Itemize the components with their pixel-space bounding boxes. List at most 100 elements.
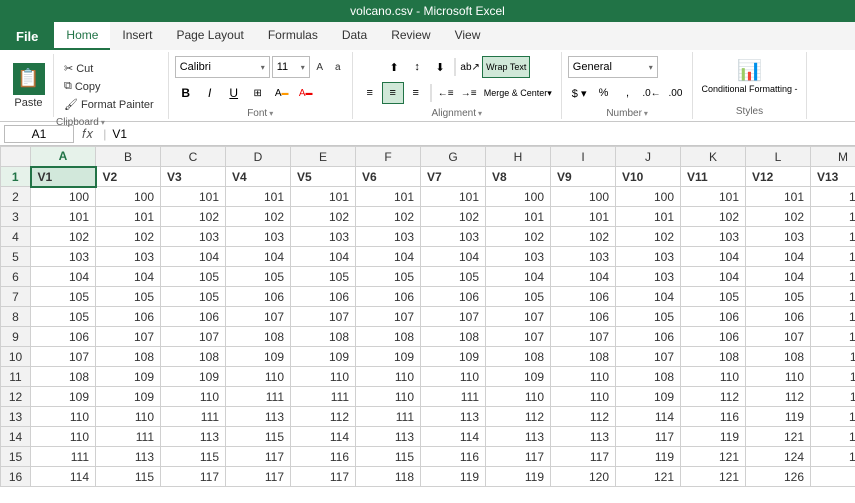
cell[interactable]: 113 <box>486 427 551 447</box>
cell[interactable]: 109 <box>486 367 551 387</box>
cell[interactable]: 100 <box>31 187 96 207</box>
cell[interactable]: 120 <box>551 467 616 487</box>
font-expand-icon[interactable]: ▾ <box>269 109 273 118</box>
cell[interactable]: 114 <box>811 387 855 407</box>
tab-review[interactable]: Review <box>379 22 442 50</box>
cell[interactable]: 100 <box>486 187 551 207</box>
cell[interactable]: 106 <box>746 307 811 327</box>
cell[interactable]: V5 <box>291 167 356 187</box>
cell[interactable]: V8 <box>486 167 551 187</box>
cell[interactable]: 107 <box>486 327 551 347</box>
cell[interactable]: 108 <box>31 367 96 387</box>
cell[interactable]: 103 <box>96 247 161 267</box>
cell[interactable]: V3 <box>161 167 226 187</box>
cell[interactable]: 121 <box>811 407 855 427</box>
cell[interactable]: 101 <box>161 187 226 207</box>
col-header-K[interactable]: K <box>681 147 746 167</box>
cell[interactable]: 112 <box>291 407 356 427</box>
font-name-dropdown[interactable]: Calibri ▾ <box>175 56 270 78</box>
cell[interactable]: 104 <box>291 247 356 267</box>
cell[interactable]: 117 <box>226 467 291 487</box>
increase-decimal-button[interactable]: .00 <box>664 82 686 104</box>
cell[interactable]: 105 <box>96 287 161 307</box>
cell[interactable]: 103 <box>746 227 811 247</box>
col-header-G[interactable]: G <box>421 147 486 167</box>
font-size-decrease-button[interactable]: a <box>330 59 346 75</box>
cell[interactable]: 108 <box>226 327 291 347</box>
tab-page-layout[interactable]: Page Layout <box>164 22 255 50</box>
cell[interactable]: 111 <box>291 387 356 407</box>
cell[interactable]: 106 <box>31 327 96 347</box>
border-button[interactable]: ⊞ <box>247 82 269 104</box>
cell[interactable]: 114 <box>291 427 356 447</box>
decrease-indent-button[interactable]: ←≡ <box>435 82 457 104</box>
cell[interactable]: 101 <box>421 187 486 207</box>
cell[interactable]: 113 <box>226 407 291 427</box>
row-header-1[interactable]: 1 <box>1 167 31 187</box>
cell[interactable]: 104 <box>746 247 811 267</box>
cell[interactable]: 111 <box>96 427 161 447</box>
row-header-8[interactable]: 8 <box>1 307 31 327</box>
cell[interactable]: V2 <box>96 167 161 187</box>
cell[interactable]: 107 <box>811 307 855 327</box>
cell[interactable]: 111 <box>31 447 96 467</box>
cell[interactable]: 121 <box>746 427 811 447</box>
cell[interactable]: 102 <box>551 227 616 247</box>
cell[interactable]: 108 <box>356 327 421 347</box>
cell[interactable]: V11 <box>681 167 746 187</box>
cell[interactable]: 124 <box>811 427 855 447</box>
row-header-15[interactable]: 15 <box>1 447 31 467</box>
cell[interactable]: 119 <box>746 407 811 427</box>
cell[interactable]: 112 <box>681 387 746 407</box>
cell[interactable]: 103 <box>161 227 226 247</box>
row-header-7[interactable]: 7 <box>1 287 31 307</box>
row-header-14[interactable]: 14 <box>1 427 31 447</box>
merge-center-button[interactable]: Merge & Center▾ <box>481 82 555 104</box>
row-header-6[interactable]: 6 <box>1 267 31 287</box>
cell[interactable]: 117 <box>616 427 681 447</box>
col-header-L[interactable]: L <box>746 147 811 167</box>
cell[interactable]: 107 <box>291 307 356 327</box>
cell[interactable]: 105 <box>681 287 746 307</box>
cell[interactable]: 105 <box>31 307 96 327</box>
right-align-button[interactable]: ≡ <box>405 82 427 104</box>
cell[interactable]: 119 <box>681 427 746 447</box>
cell[interactable]: 108 <box>681 347 746 367</box>
cell[interactable]: 103 <box>811 207 855 227</box>
percent-button[interactable]: % <box>592 82 614 104</box>
decrease-decimal-button[interactable]: .0← <box>640 82 662 104</box>
cell[interactable]: 126 <box>746 467 811 487</box>
cell[interactable]: 101 <box>551 207 616 227</box>
number-format-dropdown[interactable]: General ▾ <box>568 56 658 78</box>
cell[interactable]: 107 <box>486 307 551 327</box>
cell[interactable]: 104 <box>616 287 681 307</box>
cell[interactable]: 104 <box>421 247 486 267</box>
cell[interactable]: 108 <box>746 347 811 367</box>
increase-indent-button[interactable]: →≡ <box>458 82 480 104</box>
cell[interactable]: 105 <box>811 267 855 287</box>
cell[interactable]: 108 <box>291 327 356 347</box>
tab-data[interactable]: Data <box>330 22 379 50</box>
cell[interactable]: 101 <box>616 207 681 227</box>
cell[interactable]: 101 <box>486 207 551 227</box>
cell[interactable]: 110 <box>226 367 291 387</box>
cell[interactable]: 110 <box>551 367 616 387</box>
row-header-13[interactable]: 13 <box>1 407 31 427</box>
angle-text-button[interactable]: ab↗ <box>459 56 481 78</box>
italic-button[interactable]: I <box>199 82 221 104</box>
cell[interactable]: 117 <box>226 447 291 467</box>
cell[interactable]: 118 <box>356 467 421 487</box>
col-header-I[interactable]: I <box>551 147 616 167</box>
cell[interactable]: 101 <box>681 187 746 207</box>
cell[interactable]: 115 <box>226 427 291 447</box>
tab-home[interactable]: Home <box>54 22 110 50</box>
cell[interactable]: 105 <box>31 287 96 307</box>
cell[interactable]: 103 <box>291 227 356 247</box>
cell[interactable]: 102 <box>31 227 96 247</box>
cell[interactable]: 113 <box>96 447 161 467</box>
cell[interactable]: 115 <box>96 467 161 487</box>
cell[interactable]: 113 <box>421 407 486 427</box>
cell[interactable]: 104 <box>811 227 855 247</box>
cell[interactable]: 110 <box>746 367 811 387</box>
cell[interactable]: 111 <box>161 407 226 427</box>
